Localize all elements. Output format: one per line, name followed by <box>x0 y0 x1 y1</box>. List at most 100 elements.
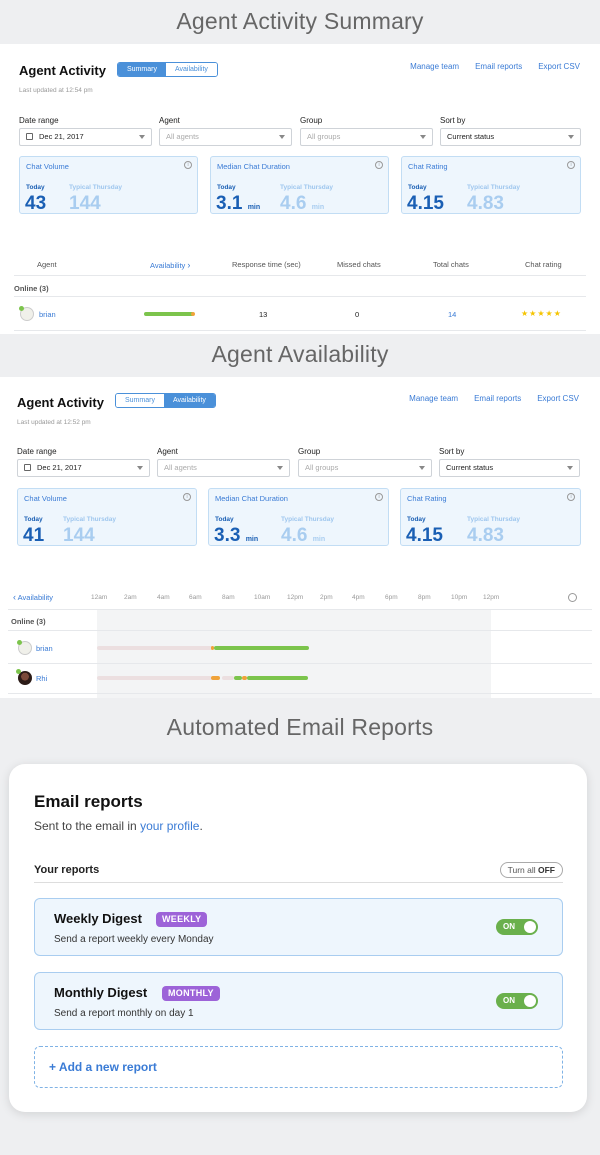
agent-select[interactable]: All agents <box>159 128 292 146</box>
col-availability[interactable]: Availability › <box>150 260 190 270</box>
email-reports-link[interactable]: Email reports <box>475 62 522 71</box>
turn-all-state: OFF <box>538 865 555 875</box>
info-icon[interactable]: i <box>184 161 192 169</box>
card-title: Chat Rating <box>408 162 448 171</box>
your-reports-heading: Your reports <box>34 864 100 876</box>
today-value: 4.15 <box>407 193 444 214</box>
offline-segment <box>97 646 212 650</box>
subtitle-period: . <box>199 819 203 833</box>
email-section-title: Automated Email Reports <box>166 714 434 740</box>
col-chat-rating[interactable]: Chat rating <box>525 260 562 269</box>
add-report-button[interactable]: + Add a new report <box>34 1046 563 1088</box>
frequency-badge: MONTHLY <box>162 986 220 1001</box>
col-total-chats[interactable]: Total chats <box>433 260 469 269</box>
avatar <box>17 640 32 655</box>
manage-team-link[interactable]: Manage team <box>409 394 458 403</box>
card-title: Median Chat Duration <box>217 162 290 171</box>
time-tick: 4am <box>157 594 170 601</box>
tab-availability[interactable]: Availability <box>163 394 215 407</box>
date-range-label: Date range <box>17 447 57 456</box>
agent-select[interactable]: All agents <box>157 459 290 477</box>
time-tick: 4pm <box>352 594 365 601</box>
col-availability-label: Availability <box>150 261 186 270</box>
group-label: Group <box>298 447 321 456</box>
group-select[interactable]: All groups <box>300 128 433 146</box>
report-monthly[interactable]: Monthly Digest MONTHLY Send a report mon… <box>34 972 563 1030</box>
report-weekly[interactable]: Weekly Digest WEEKLY Send a report weekl… <box>34 898 563 956</box>
typical-label: Typical Thursday <box>69 184 122 191</box>
col-agent[interactable]: Agent <box>37 260 57 269</box>
info-icon[interactable]: i <box>375 161 383 169</box>
typical-unit: min <box>312 536 326 543</box>
online-status-dot <box>17 640 22 645</box>
page-title: Agent Activity <box>19 63 106 78</box>
chevron-right-icon: › <box>187 260 191 270</box>
report-toggle[interactable]: ON <box>496 919 538 935</box>
calendar-icon <box>26 133 33 140</box>
today-value: 4.15 <box>406 525 443 546</box>
availability-back-link[interactable]: ‹ Availability <box>13 592 53 602</box>
view-toggle: Summary Availability <box>117 62 218 77</box>
chevron-down-icon <box>277 466 283 470</box>
turn-all-off-button[interactable]: Turn all OFF <box>499 862 563 878</box>
group-placeholder: All groups <box>307 132 341 141</box>
agent-name-link[interactable]: Rhi <box>36 674 47 683</box>
view-toggle: Summary Availability <box>115 393 216 408</box>
group-select[interactable]: All groups <box>298 459 432 477</box>
info-icon[interactable]: i <box>567 493 575 501</box>
page-title: Agent Activity <box>17 395 104 410</box>
sort-value: Current status <box>446 463 494 472</box>
tab-summary[interactable]: Summary <box>116 394 164 407</box>
info-icon[interactable]: i <box>183 493 191 501</box>
report-name: Monthly Digest <box>54 985 148 1000</box>
export-csv-link[interactable]: Export CSV <box>537 394 579 403</box>
date-range-select[interactable]: Dec 21, 2017 <box>19 128 152 146</box>
typical-value: 4.83 <box>467 525 504 546</box>
email-reports-link[interactable]: Email reports <box>474 394 521 403</box>
sort-select[interactable]: Current status <box>440 128 581 146</box>
chat-volume-card: Chat Volume i Today Typical Thursday 41 … <box>17 488 197 546</box>
agent-label: Agent <box>157 447 178 456</box>
col-missed-chats[interactable]: Missed chats <box>337 260 381 269</box>
time-tick: 6am <box>189 594 202 601</box>
toggle-state: ON <box>503 996 515 1005</box>
divider <box>34 882 563 883</box>
sort-select[interactable]: Current status <box>439 459 580 477</box>
divider <box>14 296 586 297</box>
total-chats-link[interactable]: 14 <box>448 310 456 319</box>
chat-duration-card: Median Chat Duration i Today Typical Thu… <box>210 156 389 214</box>
info-icon[interactable]: i <box>567 161 575 169</box>
typical-unit: min <box>311 204 325 211</box>
agent-label: Agent <box>159 116 180 125</box>
toggle-knob <box>524 995 536 1007</box>
offline-segment <box>97 676 212 680</box>
group-online: Online (3) <box>14 284 49 293</box>
sort-label: Sort by <box>440 116 466 125</box>
col-response-time[interactable]: Response time (sec) <box>232 260 301 269</box>
profile-link[interactable]: your profile <box>140 819 199 833</box>
rating-stars: ★★★★★ <box>521 309 562 318</box>
info-icon[interactable] <box>568 593 577 602</box>
agent-name-link[interactable]: brian <box>36 644 53 653</box>
info-icon[interactable]: i <box>375 493 383 501</box>
today-unit: min <box>245 536 259 543</box>
tab-availability[interactable]: Availability <box>165 63 217 76</box>
email-reports-subtitle: Sent to the email in your profile. <box>34 819 203 833</box>
group-placeholder: All groups <box>305 463 339 472</box>
missed-chats: 0 <box>355 310 360 319</box>
date-range-select[interactable]: Dec 21, 2017 <box>17 459 150 477</box>
today-label: Today <box>24 516 43 523</box>
tab-summary[interactable]: Summary <box>118 63 166 76</box>
today-label: Today <box>407 516 426 523</box>
divider <box>14 330 586 331</box>
manage-team-link[interactable]: Manage team <box>410 62 459 71</box>
availability-back-label: Availability <box>17 593 53 602</box>
avatar <box>19 306 34 321</box>
export-csv-link[interactable]: Export CSV <box>538 62 580 71</box>
today-label: Today <box>26 184 45 191</box>
sort-value: Current status <box>447 132 495 141</box>
card-title: Chat Volume <box>24 494 67 503</box>
typical-value: 4.6 min <box>280 193 324 215</box>
report-toggle[interactable]: ON <box>496 993 538 1009</box>
agent-name-link[interactable]: brian <box>39 310 56 319</box>
